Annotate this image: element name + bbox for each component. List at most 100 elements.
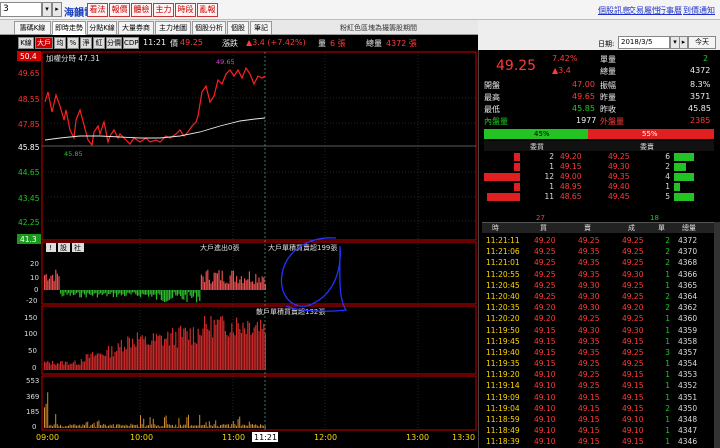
big-holder-bar <box>116 290 118 297</box>
big-holder-bar <box>90 290 92 296</box>
price-alert-link[interactable]: 到價通知 <box>683 5 715 16</box>
tick-cell: 2 <box>665 236 670 245</box>
tick-col-header: 買 <box>540 224 547 232</box>
big-holder-toggle[interactable]: 大戶 <box>35 37 53 49</box>
tab-branch-kline[interactable]: 分點K線 <box>87 21 117 35</box>
big-holder-bar <box>186 290 188 302</box>
misc-button[interactable]: 亂報 <box>197 3 218 17</box>
stock-info-link[interactable]: 個股訊息 <box>598 5 630 16</box>
tick-cell: 49.25 <box>578 314 600 324</box>
volume-bar <box>88 427 90 428</box>
volume-bar <box>45 403 47 428</box>
tab-notes[interactable]: 筆記 <box>250 21 272 35</box>
tab-chip-kline[interactable]: 籌碼K線 <box>14 21 51 35</box>
tick-cell: 1 <box>665 426 670 436</box>
date-field[interactable]: 2018/3/5 <box>618 36 670 49</box>
retail-bar <box>164 339 166 370</box>
retail-bar <box>162 345 164 370</box>
bid-depth-bar <box>514 183 520 191</box>
retail-bar <box>159 334 161 370</box>
big-holder-bar <box>111 290 113 293</box>
kline-toggle[interactable]: K線 <box>18 37 34 49</box>
tick-list[interactable]: 11:21:11 49.20 49.25 49.25 2 4372 11:21:06 49.2… <box>482 235 716 448</box>
retail-bar <box>85 354 87 370</box>
big-holder-bar <box>170 290 172 299</box>
high-label: 最高 <box>484 93 500 102</box>
big-holder-bar <box>226 282 228 290</box>
cdp-toggle[interactable]: CDP <box>123 37 139 49</box>
tab-force-map[interactable]: 主力地圖 <box>155 21 191 35</box>
tick-row: 11:20:35 49.20 49.30 49.20 2 4362 <box>482 302 716 313</box>
retail-bar <box>92 352 94 370</box>
red-toggle[interactable]: 紅 <box>93 37 105 49</box>
quote-button[interactable]: 報價 <box>109 3 130 17</box>
chevron-down-icon[interactable]: ▾ <box>42 2 52 17</box>
big-holder-bar <box>191 290 193 299</box>
price-dist-toggle[interactable]: 分價 <box>106 37 122 49</box>
retail-bar <box>220 316 222 370</box>
tick-cell: 49.25 <box>578 381 600 391</box>
volume-bar <box>248 421 250 428</box>
amplitude-label: 振幅 <box>600 81 616 90</box>
tab-big-broker[interactable]: 大量券商 <box>118 21 154 35</box>
retail-bar <box>138 339 140 370</box>
ask-price: 49.30 <box>608 162 630 171</box>
date-next-icon[interactable]: ▸ <box>679 36 688 49</box>
volume-bar <box>197 425 199 428</box>
volume-bar <box>181 426 183 428</box>
volume-bar <box>157 425 159 428</box>
intraday-chart[interactable]: 50.4 49.65 48.55 47.85 45.85 44.65 43.45… <box>0 50 478 448</box>
tab-stock[interactable]: 個股 <box>227 21 249 35</box>
avg-toggle[interactable]: 均 <box>54 37 66 49</box>
chevron-right-icon[interactable]: ▸ <box>52 2 62 17</box>
low-label: 最低 <box>484 105 500 114</box>
calendar-link[interactable]: 行事曆 <box>658 5 682 16</box>
big-holder-bar <box>189 290 191 296</box>
today-button[interactable]: 今天 <box>688 36 716 49</box>
pct-toggle[interactable]: % <box>67 37 79 49</box>
tick-cell: 4372 <box>678 236 698 245</box>
big-holder-bar <box>173 290 175 293</box>
retail-bar <box>132 338 134 370</box>
retail-bar <box>192 327 194 370</box>
view-button[interactable]: 看法 <box>87 3 108 17</box>
svg-text:社: 社 <box>74 243 81 252</box>
stock-code-input[interactable]: 3 <box>0 2 42 17</box>
big-holder-bar <box>180 290 182 297</box>
trade-attr-link[interactable]: 交易屬性 <box>628 5 660 16</box>
tick-cell: 1 <box>665 381 670 391</box>
tick-cell: 1 <box>665 269 670 279</box>
retail-bar <box>120 339 122 370</box>
volume-bar <box>77 425 79 428</box>
retail-bar <box>117 343 119 370</box>
volume-bar <box>56 424 58 428</box>
retail-bar <box>149 344 151 370</box>
volume-bar <box>133 424 135 428</box>
volume-bar <box>160 426 162 428</box>
volume-bar <box>224 424 226 428</box>
net-toggle[interactable]: 淨 <box>80 37 92 49</box>
big-holder-bar <box>146 290 148 295</box>
big-holder-bar <box>101 290 103 296</box>
tick-cell: 4350 <box>678 403 698 413</box>
volume-bar <box>240 425 242 428</box>
retail-bar <box>252 332 254 370</box>
tab-realtime[interactable]: 即時走勢 <box>52 21 86 35</box>
main-force-button[interactable]: 主力 <box>153 3 174 17</box>
checkup-button[interactable]: 體檢 <box>131 3 152 17</box>
tick-cell: 4370 <box>678 247 698 257</box>
tick-cell: 49.10 <box>534 426 556 436</box>
bid-price: 48.95 <box>560 182 582 191</box>
big-holder-bar <box>119 290 121 294</box>
tick-scrollbar[interactable] <box>714 222 720 448</box>
volume-bar <box>63 426 65 428</box>
retail-bar <box>88 357 90 370</box>
volume-bar <box>119 424 121 428</box>
period-button[interactable]: 時段 <box>175 3 196 17</box>
volume-bar <box>84 425 85 428</box>
volume-bar <box>236 425 237 428</box>
retail-bar <box>52 360 54 370</box>
tab-stock-analysis[interactable]: 個股分析 <box>192 21 226 35</box>
tick-cell: 49.25 <box>622 258 644 268</box>
axis-label: 0 <box>34 286 38 294</box>
